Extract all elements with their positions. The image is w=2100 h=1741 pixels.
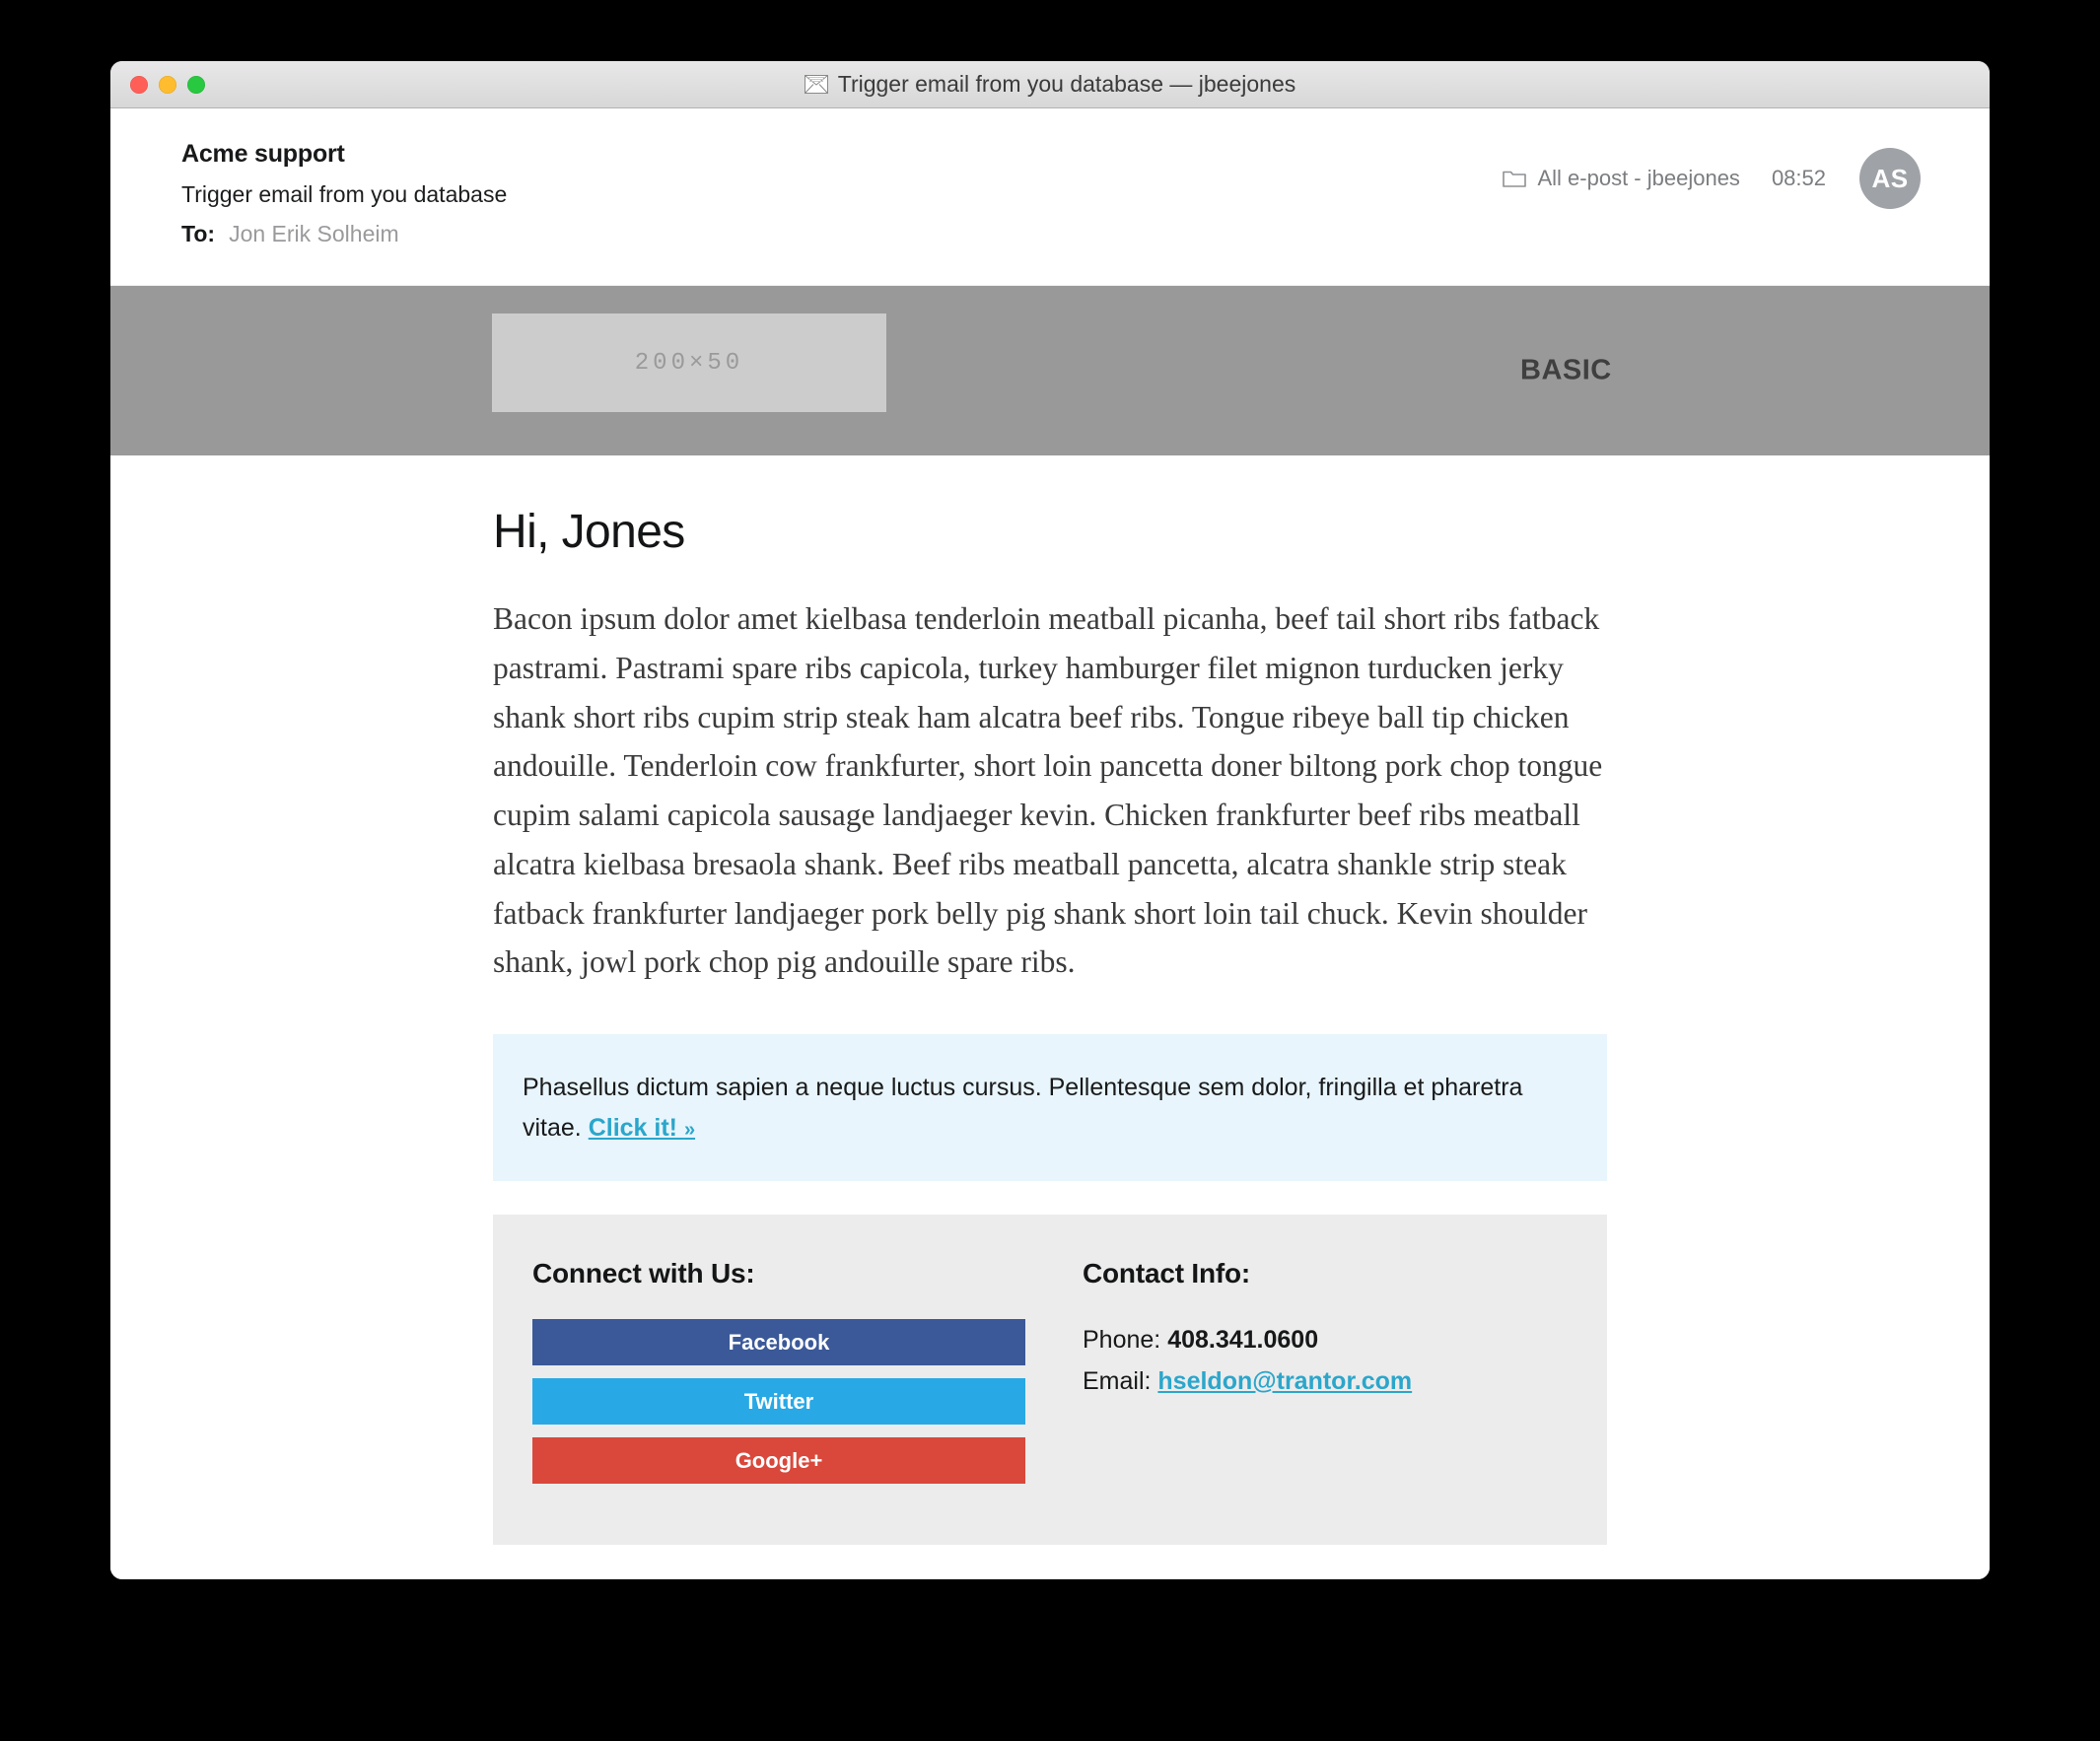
callout-link-label: Click it! (588, 1113, 677, 1142)
email-label: Email: (1083, 1367, 1158, 1396)
mailbox-breadcrumb[interactable]: All e-post - jbeejones (1503, 166, 1740, 191)
window-title-text: Trigger email from you database — jbeejo… (837, 71, 1296, 97)
email-viewer-window: Trigger email from you database — jbeejo… (110, 61, 1990, 1579)
body-paragraph: Bacon ipsum dolor amet kielbasa tenderlo… (493, 601, 1603, 980)
connect-heading: Connect with Us: (532, 1258, 755, 1289)
googleplus-button[interactable]: Google+ (532, 1437, 1025, 1485)
email-footer: Connect with Us: Facebook Twitter Google… (493, 1215, 1607, 1546)
phone-label: Phone: (1083, 1326, 1168, 1355)
mail-header: Acme support Trigger email from you data… (110, 108, 1990, 286)
email-banner: 200×50 BASIC (110, 286, 1990, 455)
mail-subject: Trigger email from you database (181, 180, 508, 207)
window-title-area: Trigger email from you database — jbeejo… (110, 71, 1990, 98)
window-titlebar: Trigger email from you database — jbeejo… (110, 61, 1990, 108)
email-body: Hi, Jones Bacon ipsum dolor amet kielbas… (110, 455, 1990, 1579)
logo-placeholder: 200×50 (492, 313, 886, 412)
contact-heading: Contact Info: (1083, 1258, 1251, 1289)
envelope-icon (804, 75, 828, 94)
connect-column: Connect with Us: Facebook Twitter Google… (493, 1258, 1045, 1485)
email-content-column: Hi, Jones Bacon ipsum dolor amet kielbas… (493, 455, 1607, 1546)
folder-icon (1503, 169, 1527, 188)
avatar[interactable]: AS (1859, 148, 1921, 209)
facebook-button[interactable]: Facebook (532, 1319, 1025, 1366)
minimize-window-button[interactable] (159, 75, 176, 94)
phone-row: Phone: 408.341.0600 (1083, 1319, 1597, 1360)
window-controls (130, 75, 205, 94)
zoom-window-button[interactable] (187, 75, 205, 94)
banner-plan-tag: BASIC (1520, 354, 1612, 386)
to-recipient[interactable]: Jon Erik Solheim (229, 219, 399, 249)
email-row: Email: hseldon@trantor.com (1083, 1360, 1597, 1402)
phone-value: 408.341.0600 (1167, 1326, 1319, 1355)
callout-link-chevron: » (683, 1118, 696, 1141)
callout-box: Phasellus dictum sapien a neque luctus c… (493, 1034, 1607, 1182)
mail-header-left: Acme support Trigger email from you data… (181, 138, 507, 249)
callout-link[interactable]: Click it! » (589, 1114, 695, 1142)
email-link[interactable]: hseldon@trantor.com (1157, 1367, 1412, 1395)
close-window-button[interactable] (130, 75, 148, 94)
recipient-row: To: Jon Erik Solheim (181, 219, 507, 249)
mail-header-right: All e-post - jbeejones 08:52 AS (1503, 148, 1921, 209)
mail-timestamp: 08:52 (1771, 166, 1826, 190)
mailbox-name: All e-post - jbeejones (1537, 166, 1740, 190)
twitter-button[interactable]: Twitter (532, 1378, 1025, 1426)
greeting-heading: Hi, Jones (493, 506, 685, 558)
contact-column: Contact Info: Phone: 408.341.0600 Email:… (1045, 1258, 1597, 1484)
sender-name: Acme support (181, 140, 345, 168)
to-label: To: (181, 220, 216, 246)
